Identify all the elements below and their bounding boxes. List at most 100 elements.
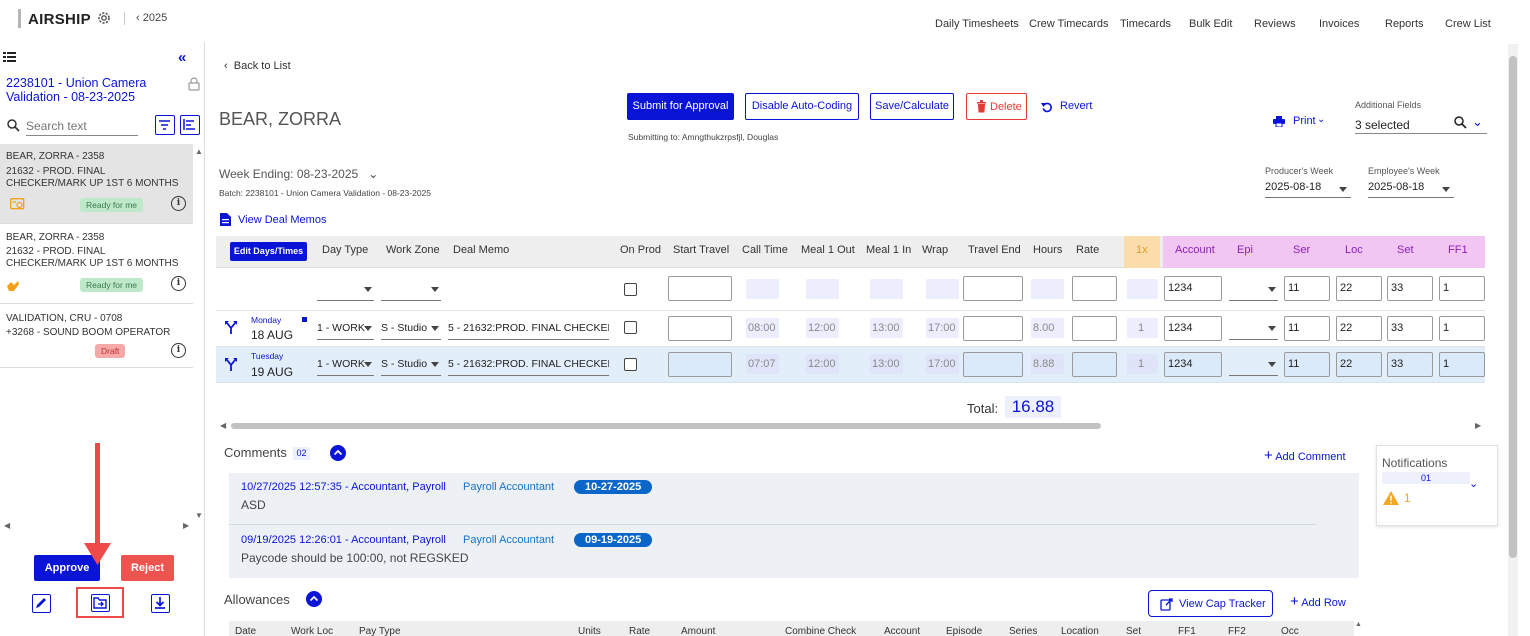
work-zone-select[interactable]: S - Studio	[381, 354, 441, 376]
list-item[interactable]: BEAR, ZORRA - 2358 21632 - PROD. FINAL C…	[0, 144, 193, 224]
travel-end-input[interactable]	[963, 352, 1023, 377]
loc-input[interactable]: 22	[1336, 352, 1382, 377]
nav-crew-timecards[interactable]: Crew Timecards	[1029, 18, 1108, 30]
ff1-input[interactable]: 1	[1439, 276, 1485, 301]
ser-input[interactable]: 11	[1284, 276, 1330, 301]
page-scrollbar[interactable]	[1508, 44, 1518, 636]
page-scrollbar-thumb[interactable]	[1509, 56, 1517, 558]
scroll-down-arrow[interactable]: ▼	[195, 511, 203, 520]
nav-invoices[interactable]: Invoices	[1319, 18, 1359, 30]
batch-title[interactable]: 2238101 - Union Camera Validation - 08-2…	[6, 76, 176, 104]
scroll-right-arrow[interactable]: ▶	[183, 521, 189, 530]
filter-icon[interactable]	[155, 115, 175, 135]
collapse-comments-icon[interactable]	[330, 445, 346, 461]
scroll-up-arrow[interactable]: ▲	[1355, 621, 1362, 628]
loc-input[interactable]: 22	[1336, 276, 1382, 301]
meal1-out-input[interactable]	[806, 279, 839, 299]
wrap-input[interactable]	[926, 279, 959, 299]
nav-bulk-edit[interactable]: Bulk Edit	[1189, 18, 1232, 30]
set-input[interactable]: 33	[1387, 316, 1433, 341]
edit-icon[interactable]	[32, 594, 51, 613]
day-type-select[interactable]: 1 - WORK	[317, 354, 374, 376]
list-view-icon[interactable]	[3, 52, 16, 62]
meal1-out-input[interactable]: 12:00	[806, 354, 839, 374]
nav-reports[interactable]: Reports	[1385, 18, 1424, 30]
additional-fields-select[interactable]: 3 selected ⌄	[1355, 114, 1487, 134]
back-to-list-link[interactable]: ‹ Back to List	[224, 60, 291, 72]
wrap-input[interactable]: 17:00	[926, 318, 959, 338]
start-travel-input[interactable]	[668, 316, 732, 341]
travel-end-input[interactable]	[963, 276, 1023, 301]
disable-autocoding-button[interactable]: Disable Auto-Coding	[745, 93, 859, 120]
call-time-input[interactable]	[746, 279, 779, 299]
add-comment-button[interactable]: + Add Comment	[1264, 448, 1346, 463]
add-row-button[interactable]: + Add Row	[1290, 594, 1346, 609]
loc-input[interactable]: 22	[1336, 316, 1382, 341]
scroll-left-arrow[interactable]: ◀	[4, 521, 10, 530]
info-icon[interactable]: i	[171, 276, 186, 291]
account-input[interactable]: 1234	[1164, 276, 1222, 301]
chevron-down-icon[interactable]: ⌄	[1469, 477, 1478, 490]
search-input[interactable]	[26, 116, 138, 136]
split-icon[interactable]	[225, 321, 237, 334]
rate-input[interactable]	[1072, 316, 1117, 341]
wrap-input[interactable]: 17:00	[926, 354, 959, 374]
download-icon[interactable]	[151, 594, 170, 613]
ff1-input[interactable]: 1	[1439, 316, 1485, 341]
nav-timecards[interactable]: Timecards	[1120, 18, 1171, 30]
deal-memo-select[interactable]: 5 - 21632:PROD. FINAL CHECKER	[448, 318, 609, 340]
travel-end-input[interactable]	[963, 316, 1023, 341]
account-input[interactable]: 1234	[1164, 352, 1222, 377]
producers-week-select[interactable]: 2025-08-18	[1265, 179, 1351, 198]
start-travel-input[interactable]	[668, 276, 732, 301]
account-input[interactable]: 1234	[1164, 316, 1222, 341]
week-ending-dropdown[interactable]: Week Ending: 08-23-2025 ⌄	[219, 167, 378, 181]
edit-days-times-button[interactable]: Edit Days/Times	[230, 242, 307, 261]
scroll-up-arrow[interactable]: ▲	[195, 147, 203, 156]
search-icon[interactable]	[1454, 116, 1467, 129]
set-input[interactable]: 33	[1387, 352, 1433, 377]
list-item[interactable]: VALIDATION, CRU - 0708 +3268 - SOUND BOO…	[0, 304, 193, 368]
on-prod-checkbox[interactable]	[624, 283, 637, 296]
reject-button[interactable]: Reject	[121, 555, 174, 581]
work-zone-select[interactable]	[381, 279, 441, 301]
move-folder-icon[interactable]	[91, 594, 110, 612]
rate-input[interactable]	[1072, 352, 1117, 377]
on-prod-checkbox[interactable]	[624, 358, 637, 371]
deal-memo-select[interactable]: 5 - 21632:PROD. FINAL CHECKER	[448, 354, 609, 376]
meal1-in-input[interactable]: 13:00	[870, 354, 903, 374]
collapse-allowances-icon[interactable]	[306, 591, 322, 607]
collapse-sidebar-icon[interactable]: «	[178, 49, 186, 66]
epi-select[interactable]	[1229, 318, 1278, 340]
year-back-link[interactable]: ‹ 2025	[136, 12, 167, 24]
employees-week-select[interactable]: 2025-08-18	[1368, 179, 1454, 198]
split-icon[interactable]	[225, 358, 237, 371]
nav-reviews[interactable]: Reviews	[1254, 18, 1296, 30]
on-prod-checkbox[interactable]	[624, 321, 637, 334]
gear-icon[interactable]	[96, 10, 112, 26]
sort-icon[interactable]	[180, 115, 200, 135]
ser-input[interactable]: 11	[1284, 316, 1330, 341]
save-calculate-button[interactable]: Save/Calculate	[870, 93, 954, 120]
set-input[interactable]: 33	[1387, 276, 1433, 301]
meal1-in-input[interactable]	[870, 279, 903, 299]
work-zone-select[interactable]: S - Studio	[381, 318, 441, 340]
chevron-down-icon[interactable]: ⌄	[1472, 114, 1483, 130]
info-icon[interactable]: i	[171, 196, 186, 211]
rate-input[interactable]	[1072, 276, 1117, 301]
call-time-input[interactable]: 07:07	[746, 354, 779, 374]
nav-crew-list[interactable]: Crew List	[1445, 18, 1491, 30]
nav-daily-timesheets[interactable]: Daily Timesheets	[935, 18, 1019, 30]
scroll-left-arrow[interactable]: ◀	[220, 421, 226, 430]
call-time-input[interactable]: 08:00	[746, 318, 779, 338]
grid-scrollbar-thumb[interactable]	[231, 423, 1101, 429]
epi-select[interactable]	[1229, 279, 1278, 301]
epi-select[interactable]	[1229, 354, 1278, 376]
meal1-in-input[interactable]: 13:00	[870, 318, 903, 338]
view-cap-tracker-button[interactable]: View Cap Tracker	[1148, 590, 1273, 617]
app-logo[interactable]: AIRSHIP	[28, 11, 91, 28]
day-type-select[interactable]: 1 - WORK	[317, 318, 374, 340]
day-type-select[interactable]	[317, 279, 374, 301]
list-item[interactable]: BEAR, ZORRA - 2358 21632 - PROD. FINAL C…	[0, 224, 193, 304]
info-icon[interactable]: i	[171, 343, 186, 358]
